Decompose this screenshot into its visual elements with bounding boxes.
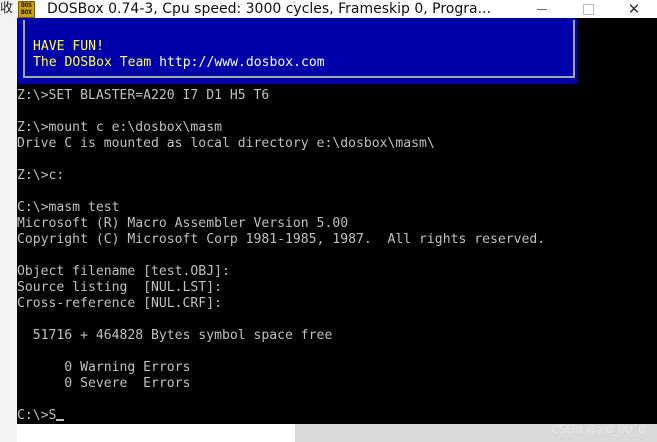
console-line: Z:\>SET BLASTER=A220 I7 D1 H5 T6 [17, 88, 270, 103]
background-window-strip: 收 [0, 0, 17, 442]
dosbox-app-icon[interactable]: DOS BOX [18, 0, 35, 18]
console-line: Drive C is mounted as local directory e:… [17, 136, 435, 151]
minimize-button[interactable] [519, 0, 565, 18]
app-icon-text-top: DOS [21, 1, 32, 9]
console-line: 0 Severe Errors [17, 376, 191, 391]
window-title: DOSBox 0.74-3, Cpu speed: 3000 cycles, F… [47, 1, 491, 17]
dosbox-window[interactable]: DOS BOX DOSBox 0.74-3, Cpu speed: 3000 c… [17, 0, 657, 424]
watermark: CSDN @zl0_00_0 [551, 423, 645, 436]
window-controls: ✕ [519, 0, 657, 18]
banner-team-line: The DOSBox Team http://www.dosbox.com [33, 55, 325, 71]
maximize-button[interactable] [565, 0, 611, 18]
console-line: Object filename [test.OBJ]: [17, 264, 230, 279]
console-line: Microsoft (R) Macro Assembler Version 5.… [17, 216, 349, 231]
console-line: Source listing [NUL.LST]: [17, 280, 222, 295]
dos-console[interactable]: HAVE FUN! The DOSBox Team http://www.dos… [17, 18, 657, 424]
maximize-icon [582, 3, 594, 15]
close-button[interactable]: ✕ [611, 0, 657, 18]
app-icon-text-bottom: BOX [21, 8, 32, 16]
close-icon: ✕ [627, 0, 641, 18]
console-line: Z:\>mount c e:\dosbox\masm [17, 120, 222, 135]
background-window-glyph: 收 [0, 1, 14, 16]
desktop-area [17, 424, 295, 442]
console-line: Copyright (C) Microsoft Corp 1981-1985, … [17, 232, 546, 247]
minimize-icon [537, 8, 547, 10]
console-line: Cross-reference [NUL.CRF]: [17, 296, 222, 311]
welcome-banner: HAVE FUN! The DOSBox Team http://www.dos… [17, 18, 577, 84]
text-cursor [56, 419, 65, 421]
window-titlebar[interactable]: DOS BOX DOSBox 0.74-3, Cpu speed: 3000 c… [17, 0, 657, 18]
console-line: C:\>S [17, 408, 65, 424]
banner-team-text: The DOSBox Team [33, 55, 160, 70]
banner-url: http://www.dosbox.com [159, 55, 325, 70]
console-line: 0 Warning Errors [17, 360, 191, 375]
console-line: 51716 + 464828 Bytes symbol space free [17, 328, 333, 343]
console-line: Z:\>c: [17, 168, 65, 183]
console-line: C:\>masm test [17, 200, 120, 215]
banner-have-fun: HAVE FUN! [33, 39, 104, 54]
